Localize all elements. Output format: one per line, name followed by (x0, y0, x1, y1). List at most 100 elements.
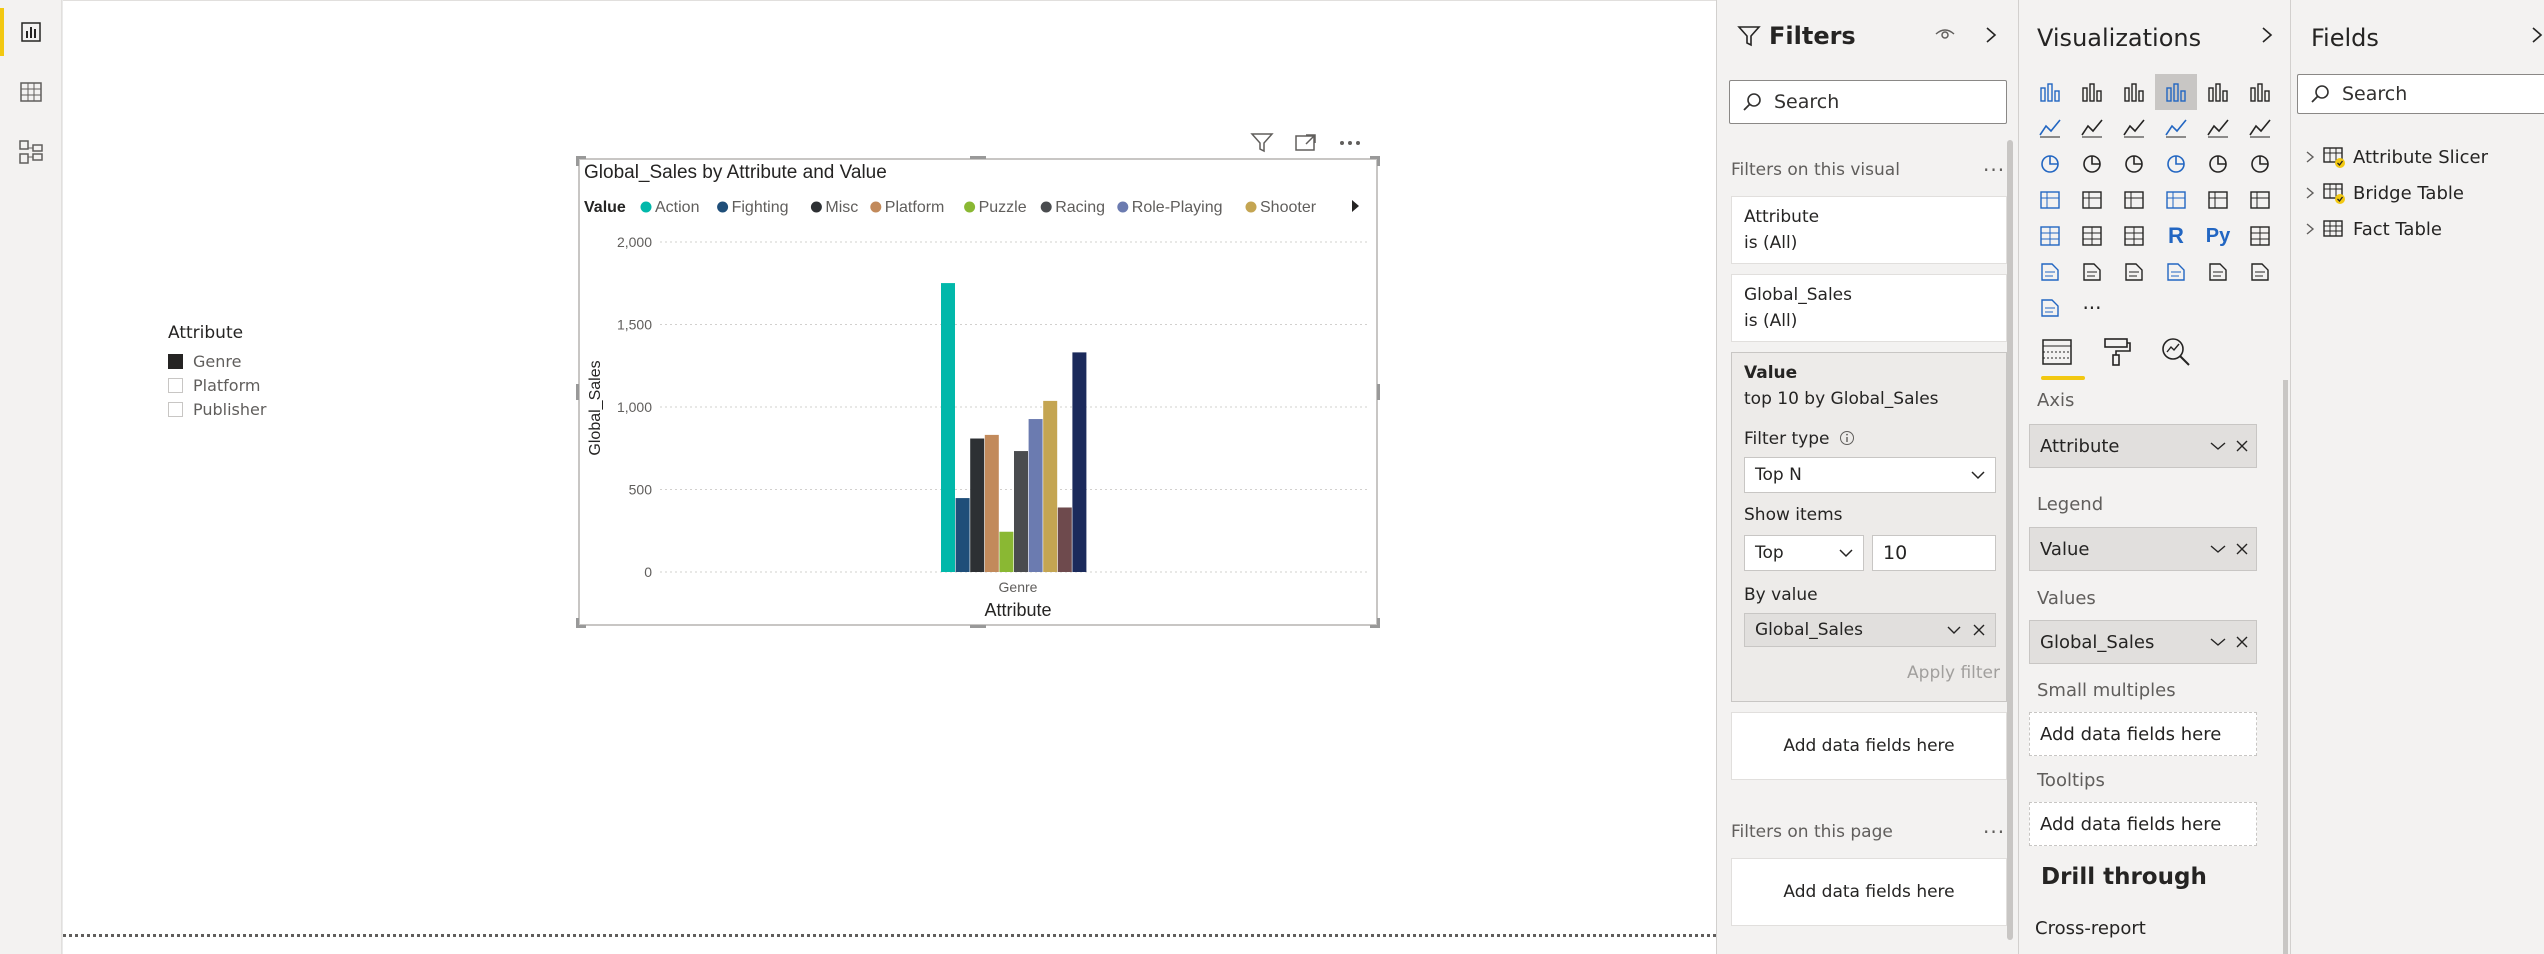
legend-label[interactable]: Racing (1055, 199, 1105, 216)
legend-scroll-arrow[interactable] (1352, 200, 1359, 212)
legend-marker[interactable] (717, 201, 729, 213)
legend-marker[interactable] (810, 201, 822, 213)
clustered-column-chart-icon[interactable] (2155, 74, 2197, 110)
filter-card-value[interactable]: Value top 10 by Global_Sales Filter type… (1731, 352, 2007, 702)
report-view-button[interactable] (0, 2, 62, 62)
format-paint-roller-icon[interactable] (2101, 336, 2133, 368)
checkbox[interactable] (168, 377, 183, 393)
power-automate-flow-icon[interactable] (2029, 290, 2071, 326)
data-view-button[interactable] (0, 62, 62, 122)
multi-row-card-icon[interactable] (2197, 182, 2239, 218)
slicer-item-publisher[interactable]: Publisher (168, 397, 328, 421)
collapse-pane-icon[interactable] (1985, 26, 1997, 44)
resize-handle[interactable] (970, 625, 986, 628)
more-visuals-icon[interactable]: ··· (2071, 290, 2113, 326)
chevron-down-icon[interactable] (2210, 544, 2226, 554)
line-stacked-column-icon[interactable] (2197, 110, 2239, 146)
bar-fighting[interactable] (955, 498, 970, 572)
bar-puzzle[interactable] (999, 531, 1014, 572)
pie-chart-icon[interactable] (2155, 146, 2197, 182)
close-icon[interactable] (2236, 636, 2248, 648)
treemap-icon[interactable] (2239, 146, 2281, 182)
scatter-chart-icon[interactable] (2113, 146, 2155, 182)
more-options-icon[interactable] (1338, 132, 1362, 154)
legend-marker[interactable] (870, 201, 882, 213)
line-clustered-column-icon[interactable] (2155, 110, 2197, 146)
legend-label[interactable]: Action (655, 199, 699, 216)
more-options-icon[interactable]: ··· (1983, 158, 2005, 182)
bar-series-10[interactable] (1072, 352, 1087, 572)
slicer-item-platform[interactable]: Platform (168, 373, 328, 397)
filter-card-global-sales[interactable]: Global_Sales is (All) (1731, 274, 2007, 342)
bar-racing[interactable] (1014, 451, 1028, 572)
smart-narrative-icon[interactable] (2113, 254, 2155, 290)
focus-mode-icon[interactable] (1294, 132, 1318, 154)
close-icon[interactable] (1973, 624, 1985, 636)
bar-role-playing[interactable] (1028, 419, 1043, 572)
legend-label[interactable]: Puzzle (979, 199, 1027, 216)
collapse-pane-icon[interactable] (2531, 26, 2543, 44)
chevron-down-icon[interactable] (2210, 441, 2226, 451)
chevron-down-icon[interactable] (2210, 637, 2226, 647)
resize-handle[interactable] (576, 618, 579, 628)
slicer-icon[interactable] (2029, 218, 2071, 254)
paginated-report-icon[interactable] (2155, 254, 2197, 290)
add-page-filter-field[interactable]: Add data fields here (1731, 858, 2007, 926)
small-multiples-well[interactable]: Add data fields here (2029, 712, 2257, 756)
checkbox[interactable] (168, 401, 183, 417)
line-chart-icon[interactable] (2029, 110, 2071, 146)
stacked-area-chart-icon[interactable] (2113, 110, 2155, 146)
bar-misc[interactable] (970, 438, 985, 572)
fields-search-input[interactable]: Search (2297, 74, 2544, 114)
qa-icon[interactable] (2071, 254, 2113, 290)
close-icon[interactable] (2236, 440, 2248, 452)
filled-map-icon[interactable] (2071, 182, 2113, 218)
viz-pane-scrollbar[interactable] (2283, 380, 2288, 954)
collapse-pane-icon[interactable] (2261, 26, 2273, 44)
attribute-slicer[interactable]: Attribute Genre Platform Publisher (168, 323, 328, 421)
resize-handle[interactable] (1377, 384, 1380, 400)
area-chart-icon[interactable] (2071, 110, 2113, 146)
resize-handle[interactable] (576, 156, 579, 166)
clustered-bar-chart-icon[interactable] (2113, 74, 2155, 110)
apply-filter-button[interactable]: Apply filter (1907, 663, 2000, 683)
legend-marker[interactable] (1117, 201, 1129, 213)
bar-action[interactable] (941, 283, 955, 572)
legend-label[interactable]: Platform (885, 199, 945, 216)
stacked-bar-chart-icon[interactable] (2029, 74, 2071, 110)
resize-handle[interactable] (970, 156, 986, 159)
legend-label[interactable]: Role-Playing (1132, 199, 1223, 216)
r-visual-icon[interactable]: R (2155, 218, 2197, 254)
add-visual-filter-field[interactable]: Add data fields here (1731, 712, 2007, 780)
checkbox-checked[interactable] (168, 353, 183, 369)
fields-well-icon[interactable] (2039, 336, 2075, 368)
values-well[interactable]: Global_Sales (2029, 620, 2257, 664)
table-icon[interactable] (2071, 218, 2113, 254)
field-table-fact-table[interactable]: Fact Table (2305, 218, 2442, 240)
axis-well[interactable]: Attribute (2029, 424, 2257, 468)
legend-label[interactable]: Shooter (1260, 199, 1317, 216)
info-icon[interactable] (1839, 430, 1855, 446)
filters-scrollbar[interactable] (2007, 140, 2013, 940)
filter-type-dropdown[interactable]: Top N (1744, 457, 1996, 493)
legend-marker[interactable] (964, 201, 976, 213)
python-visual-icon[interactable]: Py (2197, 218, 2239, 254)
key-influencers-icon[interactable] (2239, 218, 2281, 254)
bar-platform[interactable] (984, 434, 999, 572)
bar-series-9[interactable] (1057, 507, 1072, 572)
legend-well[interactable]: Value (2029, 527, 2257, 571)
legend-label[interactable]: Fighting (732, 199, 789, 216)
show-items-direction-dropdown[interactable]: Top (1744, 535, 1864, 571)
resize-handle[interactable] (1377, 618, 1380, 628)
more-options-icon[interactable]: ··· (1983, 820, 2005, 844)
tooltips-well[interactable]: Add data fields here (2029, 802, 2257, 846)
legend-label[interactable]: Misc (825, 199, 858, 216)
funnel-chart-icon[interactable] (2071, 146, 2113, 182)
legend-marker[interactable] (1040, 201, 1052, 213)
show-items-count-input[interactable]: 10 (1872, 535, 1996, 571)
100-stacked-column-chart-icon[interactable] (2239, 74, 2281, 110)
kpi-icon[interactable] (2239, 182, 2281, 218)
gauge-icon[interactable] (2113, 182, 2155, 218)
waterfall-chart-icon[interactable] (2029, 146, 2071, 182)
stacked-column-chart-icon[interactable] (2071, 74, 2113, 110)
